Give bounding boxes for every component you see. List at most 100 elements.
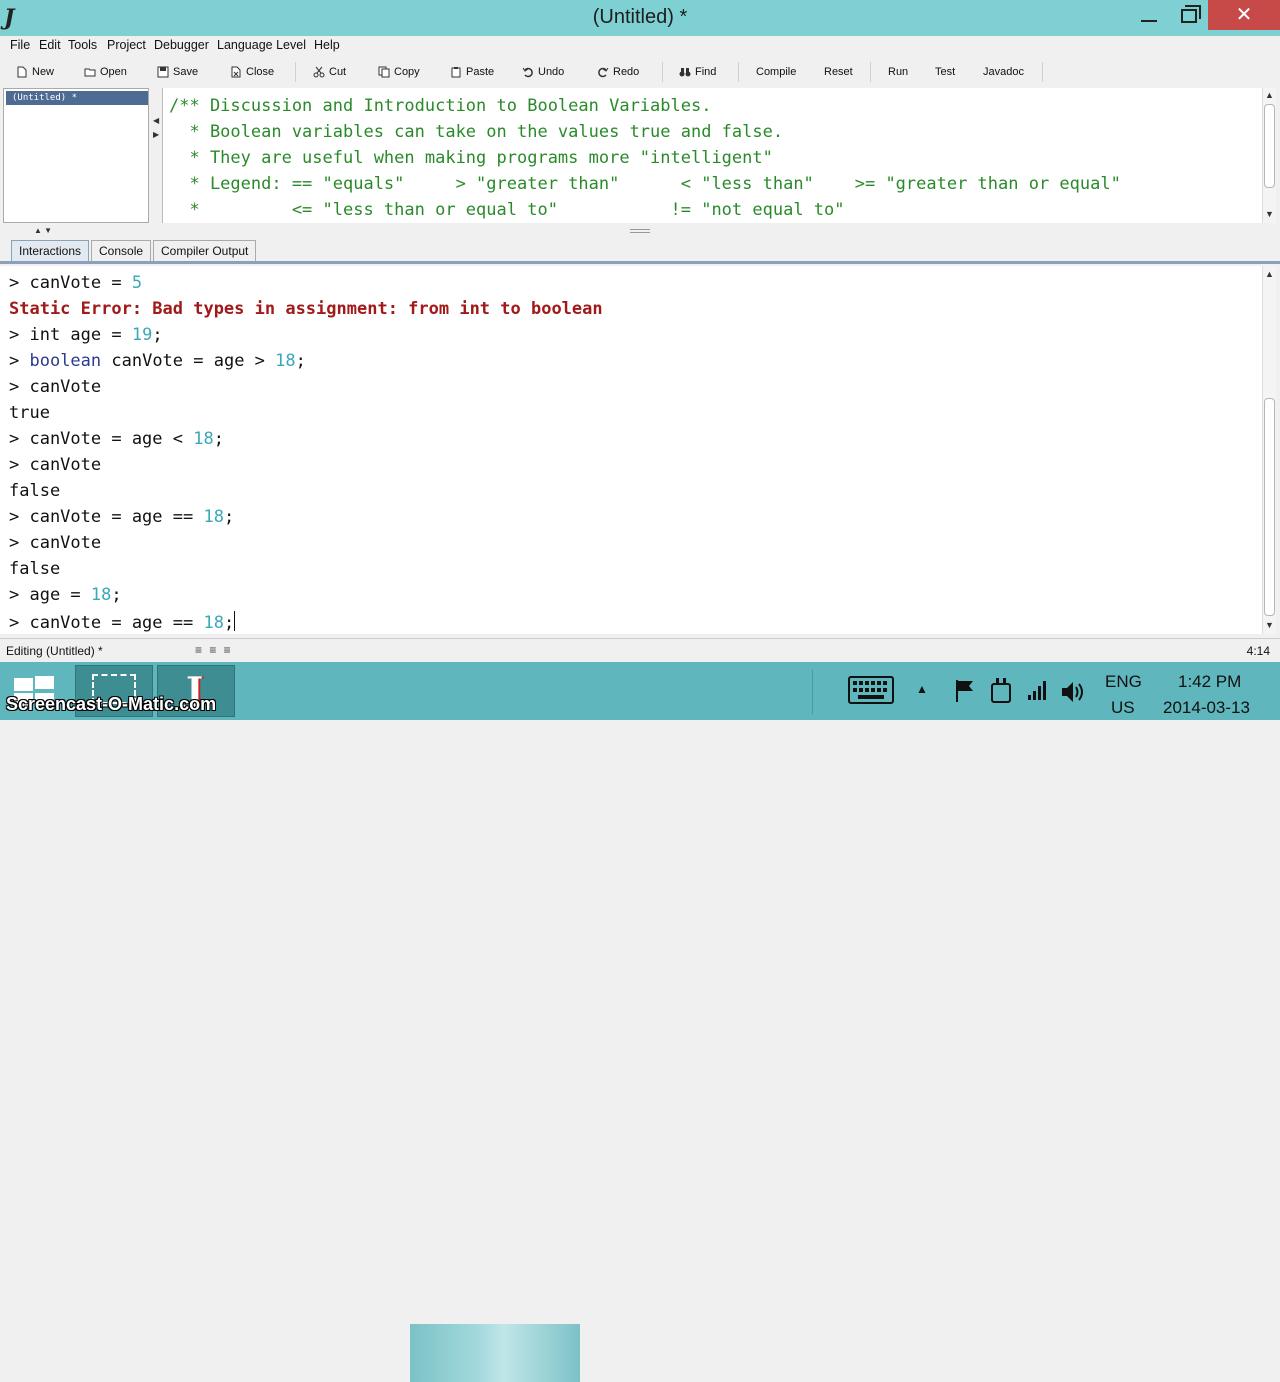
menu-tools[interactable]: Tools bbox=[68, 38, 97, 52]
tray-overflow-divider bbox=[812, 670, 826, 714]
maximize-button[interactable] bbox=[1166, 0, 1212, 30]
arrow-left-icon: ◀ bbox=[153, 116, 160, 125]
wallpaper-water-decoration bbox=[410, 1324, 580, 1382]
menu-help[interactable]: Help bbox=[314, 38, 340, 52]
keyboard-icon[interactable] bbox=[848, 676, 894, 704]
copy-icon bbox=[378, 66, 390, 78]
new-file-icon bbox=[17, 66, 27, 78]
code-editor[interactable]: /** Discussion and Introduction to Boole… bbox=[162, 88, 1262, 223]
keyboard-layout-indicator[interactable]: US bbox=[1111, 698, 1135, 718]
output-line: false bbox=[9, 559, 61, 579]
input-text: > canVote = age < bbox=[9, 429, 194, 449]
input-text: > age = bbox=[9, 585, 91, 605]
document-item-untitled[interactable]: (Untitled) * bbox=[6, 91, 148, 105]
compile-label: Compile bbox=[756, 66, 797, 78]
toolbar-separator bbox=[295, 62, 296, 82]
status-message: Editing (Untitled) * bbox=[6, 644, 103, 658]
document-list: (Untitled) * bbox=[3, 88, 149, 223]
title-bar: J (Untitled) * ✕ bbox=[0, 0, 1280, 36]
code-line: * Boolean variables can take on the valu… bbox=[169, 122, 784, 142]
resize-grip-icon[interactable]: ≡ ≡ ≡ bbox=[195, 643, 233, 657]
copy-button[interactable]: Copy bbox=[378, 63, 420, 81]
new-label: New bbox=[32, 66, 55, 78]
show-hidden-icons-icon[interactable]: ▲ bbox=[916, 682, 928, 696]
power-plug-icon[interactable] bbox=[988, 676, 1014, 704]
action-center-flag-icon[interactable] bbox=[954, 678, 976, 702]
interactions-scroll-thumb[interactable] bbox=[1264, 398, 1275, 616]
copy-label: Copy bbox=[394, 66, 420, 78]
menu-file[interactable]: File bbox=[10, 38, 30, 52]
network-signal-icon[interactable] bbox=[1026, 678, 1048, 702]
close-file-button[interactable]: Close bbox=[230, 63, 274, 81]
interaction-line: > canVote = age < 18; bbox=[9, 429, 224, 453]
input-text: ; bbox=[295, 351, 306, 371]
tab-console[interactable]: Console bbox=[91, 240, 152, 262]
toolbar-separator bbox=[870, 62, 871, 82]
tab-underline bbox=[0, 261, 1280, 264]
minimize-icon bbox=[1141, 20, 1157, 22]
output-line: false bbox=[9, 481, 61, 501]
scissors-icon bbox=[313, 66, 325, 78]
tab-compiler-output[interactable]: Compiler Output bbox=[153, 240, 257, 262]
input-text: > canVote = age == bbox=[9, 507, 204, 527]
run-button[interactable]: Run bbox=[888, 63, 908, 81]
menu-bar: File Edit Tools Project Debugger Languag… bbox=[0, 36, 1280, 56]
code-line: /** Discussion and Introduction to Boole… bbox=[169, 96, 712, 116]
scroll-up-icon[interactable]: ▲ bbox=[1263, 269, 1276, 279]
close-window-button[interactable]: ✕ bbox=[1208, 0, 1280, 30]
editor-scrollbar[interactable]: ▲ ▼ bbox=[1262, 88, 1276, 223]
compile-button[interactable]: Compile bbox=[756, 63, 796, 81]
number-literal: 18 bbox=[275, 351, 296, 371]
tab-interactions[interactable]: Interactions bbox=[11, 240, 90, 262]
interaction-line: > canVote bbox=[9, 455, 102, 475]
scroll-down-icon[interactable]: ▼ bbox=[1263, 209, 1276, 219]
menu-project[interactable]: Project bbox=[107, 38, 146, 52]
language-indicator[interactable]: ENG bbox=[1105, 672, 1142, 692]
scroll-up-icon[interactable]: ▲ bbox=[1263, 90, 1276, 100]
undo-label: Undo bbox=[538, 66, 565, 78]
input-text: > int age = bbox=[9, 325, 132, 345]
redo-icon bbox=[598, 67, 609, 78]
interactions-pane[interactable]: > canVote = 5 Static Error: Bad types in… bbox=[0, 266, 1262, 634]
cut-button[interactable]: Cut bbox=[313, 63, 346, 81]
number-literal: 18 bbox=[90, 585, 112, 605]
save-label: Save bbox=[173, 66, 199, 78]
bottom-tabs: Interactions Console Compiler Output bbox=[0, 238, 1280, 262]
current-input-line[interactable]: > canVote = age == 18; bbox=[9, 611, 236, 634]
vertical-splitter[interactable]: ◀ ▶ bbox=[152, 88, 160, 223]
close-label: Close bbox=[246, 66, 275, 78]
menu-language-level[interactable]: Language Level bbox=[217, 38, 306, 52]
interaction-line: > canVote = age == 18; bbox=[9, 507, 234, 531]
save-button[interactable]: Save bbox=[157, 63, 198, 81]
new-button[interactable]: New bbox=[16, 63, 54, 81]
menu-debugger[interactable]: Debugger bbox=[154, 38, 209, 52]
status-bar: Editing (Untitled) * ≡ ≡ ≡ 4:14 bbox=[0, 638, 1280, 662]
find-label: Find bbox=[695, 66, 717, 78]
input-text: ; bbox=[223, 613, 235, 633]
clock-date[interactable]: 2014-03-13 bbox=[1163, 698, 1250, 718]
volume-icon[interactable] bbox=[1060, 680, 1086, 704]
number-literal: 18 bbox=[193, 429, 214, 449]
screencast-watermark: Screencast-O-Matic.com bbox=[6, 694, 217, 714]
menu-edit[interactable]: Edit bbox=[39, 38, 61, 52]
splitter-grip-icon bbox=[630, 229, 650, 233]
redo-button[interactable]: Redo bbox=[597, 63, 639, 81]
interactions-scrollbar[interactable]: ▲ ▼ bbox=[1262, 266, 1276, 634]
test-button[interactable]: Test bbox=[935, 63, 955, 81]
clock-time[interactable]: 1:42 PM bbox=[1178, 672, 1241, 692]
paste-button[interactable]: Paste bbox=[450, 63, 494, 81]
open-button[interactable]: Open bbox=[84, 63, 127, 81]
undo-button[interactable]: Undo bbox=[522, 63, 564, 81]
paste-label: Paste bbox=[466, 66, 495, 78]
reset-button[interactable]: Reset bbox=[824, 63, 853, 81]
horizontal-splitter[interactable] bbox=[0, 226, 1280, 238]
input-text: ; bbox=[152, 325, 163, 345]
find-button[interactable]: Find bbox=[679, 63, 716, 81]
editor-scroll-thumb[interactable] bbox=[1264, 104, 1275, 188]
javadoc-button[interactable]: Javadoc bbox=[983, 63, 1024, 81]
paste-icon bbox=[451, 67, 461, 78]
save-icon bbox=[157, 66, 169, 78]
code-line: * Legend: == "equals" > "greater than" <… bbox=[169, 174, 1121, 194]
toolbar: New Open Save Close Cut Copy Paste Undo … bbox=[0, 58, 1280, 86]
scroll-down-icon[interactable]: ▼ bbox=[1263, 620, 1276, 630]
